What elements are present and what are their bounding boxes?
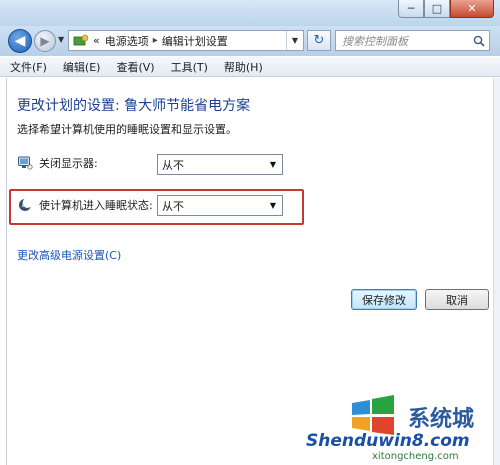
advanced-power-settings-link[interactable]: 更改高级电源设置(C) [17, 247, 121, 263]
save-changes-button[interactable]: 保存修改 [351, 289, 417, 310]
menu-file[interactable]: 文件(F) [10, 59, 47, 75]
breadcrumb-lead[interactable]: « [93, 34, 100, 47]
sleep-value: 从不 [162, 199, 184, 213]
maximize-button[interactable]: □ [424, 0, 450, 18]
menu-bar: 文件(F) 编辑(E) 查看(V) 工具(T) 帮助(H) [0, 57, 500, 77]
breadcrumb-power-options[interactable]: 电源选项 [105, 33, 149, 49]
watermark: 系统城 Shenduwin8.com xitongcheng.com [306, 391, 496, 463]
chevron-down-icon: ▼ [269, 160, 276, 169]
moon-icon [17, 197, 33, 213]
forward-button[interactable]: ▶ [34, 30, 56, 52]
menu-edit[interactable]: 编辑(E) [63, 59, 101, 75]
page-subtitle: 选择希望计算机使用的睡眠设置和显示设置。 [17, 123, 237, 136]
menu-tools[interactable]: 工具(T) [171, 59, 208, 75]
breadcrumb-edit-plan[interactable]: 编辑计划设置 [162, 33, 228, 49]
search-placeholder: 搜索控制面板 [342, 34, 408, 48]
watermark-brand: Shenduwin8.com [306, 431, 470, 451]
monitor-icon [17, 155, 33, 171]
control-panel-icon [73, 34, 89, 48]
windows-logo-icon [352, 395, 394, 435]
minimize-button[interactable]: ─ [398, 0, 424, 18]
chevron-down-icon: ▼ [269, 201, 276, 210]
navigation-bar: ◀ ▶ ▼ « 电源选项 ▸ 编辑计划设置 ▼ ↻ 搜索控制面板 [0, 26, 500, 56]
window-titlebar: ─ □ ✕ [0, 0, 500, 26]
watermark-site: xitongcheng.com [372, 451, 459, 462]
display-off-select[interactable]: 从不 ▼ [157, 154, 283, 175]
address-dropdown-icon[interactable]: ▼ [286, 31, 303, 50]
display-off-row: 关闭显示器: [17, 155, 98, 171]
display-off-label: 关闭显示器: [39, 157, 98, 170]
address-bar[interactable]: « 电源选项 ▸ 编辑计划设置 ▼ [68, 30, 304, 51]
caption-buttons: ─ □ ✕ [398, 0, 494, 20]
display-off-value: 从不 [162, 158, 184, 172]
cancel-button[interactable]: 取消 [425, 289, 489, 310]
back-button[interactable]: ◀ [8, 29, 32, 53]
refresh-button[interactable]: ↻ [307, 30, 331, 51]
page-title: 更改计划的设置: 鲁大师节能省电方案 [17, 98, 251, 114]
watermark-cn: 系统城 [408, 407, 475, 432]
breadcrumb-separator-icon[interactable]: ▸ [153, 35, 158, 46]
menu-view[interactable]: 查看(V) [116, 59, 154, 75]
sleep-row: 使计算机进入睡眠状态: [17, 197, 153, 213]
sleep-label: 使计算机进入睡眠状态: [39, 199, 153, 212]
sleep-select[interactable]: 从不 ▼ [157, 195, 283, 216]
close-button[interactable]: ✕ [450, 0, 494, 18]
search-icon[interactable] [469, 35, 489, 47]
search-input[interactable]: 搜索控制面板 [335, 30, 490, 51]
menu-help[interactable]: 帮助(H) [224, 59, 263, 75]
history-dropdown-icon[interactable]: ▼ [58, 35, 64, 44]
